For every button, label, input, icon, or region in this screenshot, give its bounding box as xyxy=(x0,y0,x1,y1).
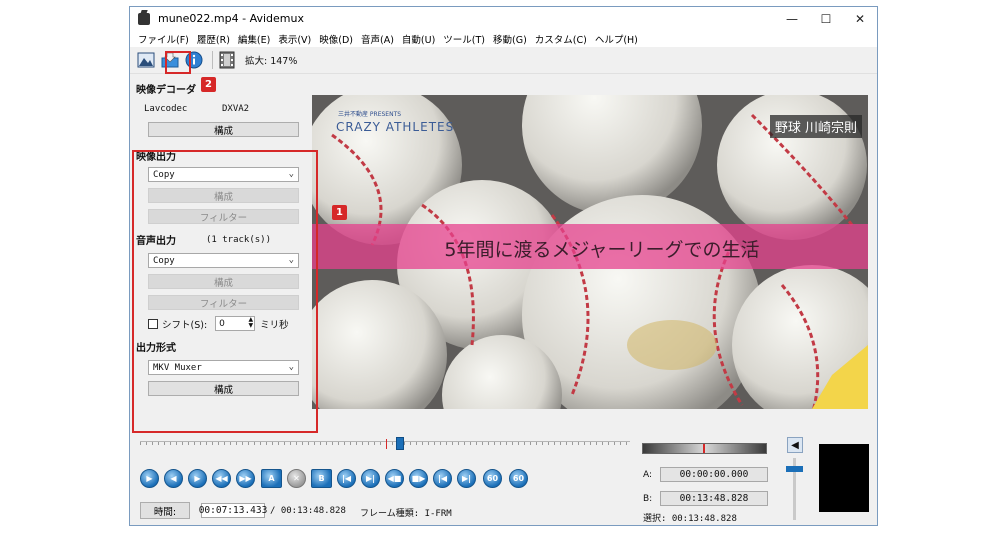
set-marker-b-button[interactable]: B xyxy=(311,469,332,488)
next-frame-button[interactable]: ▶ xyxy=(188,469,207,488)
playback-controls: ▶ ◀ ▶ ◀◀ ▶▶ A ✕ B |◀ ▶| ◀■ ■▶ |◀ ▶| 60 6… xyxy=(130,432,879,527)
app-window: mune022.mp4 - Avidemux — ☐ ✕ ファイル(F) 履歴(… xyxy=(129,6,878,526)
previous-black-frame-button[interactable]: ◀■ xyxy=(385,469,404,488)
open-video-button[interactable] xyxy=(136,51,156,69)
fast-forward-icon: ▶▶ xyxy=(239,474,252,483)
name-caption: 野球 川崎宗則 xyxy=(769,115,862,138)
volume-meter xyxy=(642,443,767,454)
seek-slider[interactable] xyxy=(140,436,630,450)
marker-a-label: A: xyxy=(643,470,653,480)
annotation-badge-1: 1 xyxy=(332,205,347,220)
menu-bar: ファイル(F) 履歴(R) 編集(E) 表示(V) 映像(D) 音声(A) 自動… xyxy=(130,30,877,47)
decoder-name: Lavcodec xyxy=(144,104,188,114)
sponsor-text: 三井不動産 PRESENTS xyxy=(338,111,402,118)
close-icon: ✕ xyxy=(293,474,300,483)
title-bar: mune022.mp4 - Avidemux — ☐ ✕ xyxy=(130,7,877,30)
menu-auto[interactable]: 自動(U) xyxy=(398,32,439,46)
go-to-marker-a-button[interactable]: |◀ xyxy=(337,469,356,488)
speaker-icon: ◀ xyxy=(791,439,799,451)
play-button[interactable]: ▶ xyxy=(140,469,159,488)
back-60s-button[interactable]: 60 xyxy=(483,469,502,488)
menu-video[interactable]: 映像(D) xyxy=(315,32,357,46)
menu-tools[interactable]: ツール(T) xyxy=(439,32,489,46)
toolbar-separator xyxy=(212,51,213,69)
volume-thumb[interactable] xyxy=(786,466,803,472)
go-to-marker-b-button[interactable]: ▶| xyxy=(361,469,380,488)
selection-duration: 選択: 00:13:48.828 xyxy=(643,514,737,524)
back-60-icon: 60 xyxy=(486,474,499,483)
zoom-label: 拡大: 147% xyxy=(245,56,298,67)
current-time-field[interactable]: 00:07:13.433 xyxy=(199,503,267,518)
skip-end-icon: ▶| xyxy=(461,474,472,483)
minimize-button[interactable]: — xyxy=(775,7,809,30)
play-icon: ▶ xyxy=(146,474,153,483)
decoder-configure-button[interactable]: 構成 xyxy=(148,122,299,137)
first-frame-button[interactable]: |◀ xyxy=(433,469,452,488)
marker-b-label: B: xyxy=(643,494,653,504)
seek-ruler xyxy=(140,441,630,445)
seek-thumb[interactable] xyxy=(396,437,405,450)
menu-edit[interactable]: 編集(E) xyxy=(234,32,274,46)
set-marker-a-button[interactable]: A xyxy=(261,469,282,488)
last-frame-button[interactable]: ▶| xyxy=(457,469,476,488)
preview-thumbnail xyxy=(819,444,869,512)
video-decoder-title: 映像デコーダ xyxy=(136,85,196,96)
marker-a-field: 00:00:00.000 xyxy=(660,467,768,482)
skip-start-icon: |◀ xyxy=(437,474,448,483)
marker-b-icon: B xyxy=(318,474,325,483)
menu-help[interactable]: ヘルプ(H) xyxy=(591,32,642,46)
menu-audio[interactable]: 音声(A) xyxy=(357,32,398,46)
black-frame-prev-icon: ◀■ xyxy=(387,474,402,483)
toolbar: 拡大: 147% xyxy=(130,47,877,74)
subtitle-caption: 5年間に渡るメジャーリーグでの生活 xyxy=(444,239,760,261)
program-logo-text: CRAZY ATHLETES xyxy=(336,120,455,134)
menu-recent[interactable]: 履歴(R) xyxy=(193,32,234,46)
playhead-marker xyxy=(386,439,388,449)
marker-a-icon: A xyxy=(268,474,275,483)
menu-file[interactable]: ファイル(F) xyxy=(134,32,193,46)
film-icon xyxy=(219,51,235,69)
video-preview: 三井不動産 PRESENTS CRAZY ATHLETES 野球 川崎宗則 5年… xyxy=(312,95,868,409)
black-frame-next-icon: ■▶ xyxy=(411,474,426,483)
forward-60-icon: 60 xyxy=(512,474,525,483)
time-button[interactable]: 時間: xyxy=(140,502,190,519)
frame-type: フレーム種類: I-FRM xyxy=(360,509,452,519)
marker-b-field: 00:13:48.828 xyxy=(660,491,768,506)
arrow-right-icon: ▶ xyxy=(194,474,201,483)
annotation-badge-2: 2 xyxy=(201,77,216,92)
meter-marker xyxy=(703,444,705,453)
avidemux-icon xyxy=(138,12,150,25)
maximize-button[interactable]: ☐ xyxy=(809,7,843,30)
goto-b-icon: ▶| xyxy=(365,474,376,483)
highlight-box-settings xyxy=(132,150,318,433)
rewind-icon: ◀◀ xyxy=(215,474,228,483)
menu-custom[interactable]: カスタム(C) xyxy=(531,32,591,46)
next-keyframe-button[interactable]: ▶▶ xyxy=(236,469,255,488)
menu-go[interactable]: 移動(G) xyxy=(489,32,531,46)
forward-60s-button[interactable]: 60 xyxy=(509,469,528,488)
previous-frame-button[interactable]: ◀ xyxy=(164,469,183,488)
previous-keyframe-button[interactable]: ◀◀ xyxy=(212,469,231,488)
volume-button[interactable]: ◀ xyxy=(787,437,803,453)
delete-selection-button[interactable]: ✕ xyxy=(287,469,306,488)
next-black-frame-button[interactable]: ■▶ xyxy=(409,469,428,488)
volume-slider[interactable] xyxy=(786,458,803,520)
close-button[interactable]: ✕ xyxy=(843,7,877,30)
total-time: / 00:13:48.828 xyxy=(270,506,346,516)
highlight-box-save xyxy=(165,51,191,74)
menu-view[interactable]: 表示(V) xyxy=(274,32,315,46)
arrow-left-icon: ◀ xyxy=(170,474,177,483)
goto-a-icon: |◀ xyxy=(341,474,352,483)
image-icon xyxy=(137,52,155,68)
filmstrip-button[interactable] xyxy=(217,51,237,69)
window-title: mune022.mp4 - Avidemux xyxy=(158,12,304,25)
decoder-value: DXVA2 xyxy=(222,104,250,114)
